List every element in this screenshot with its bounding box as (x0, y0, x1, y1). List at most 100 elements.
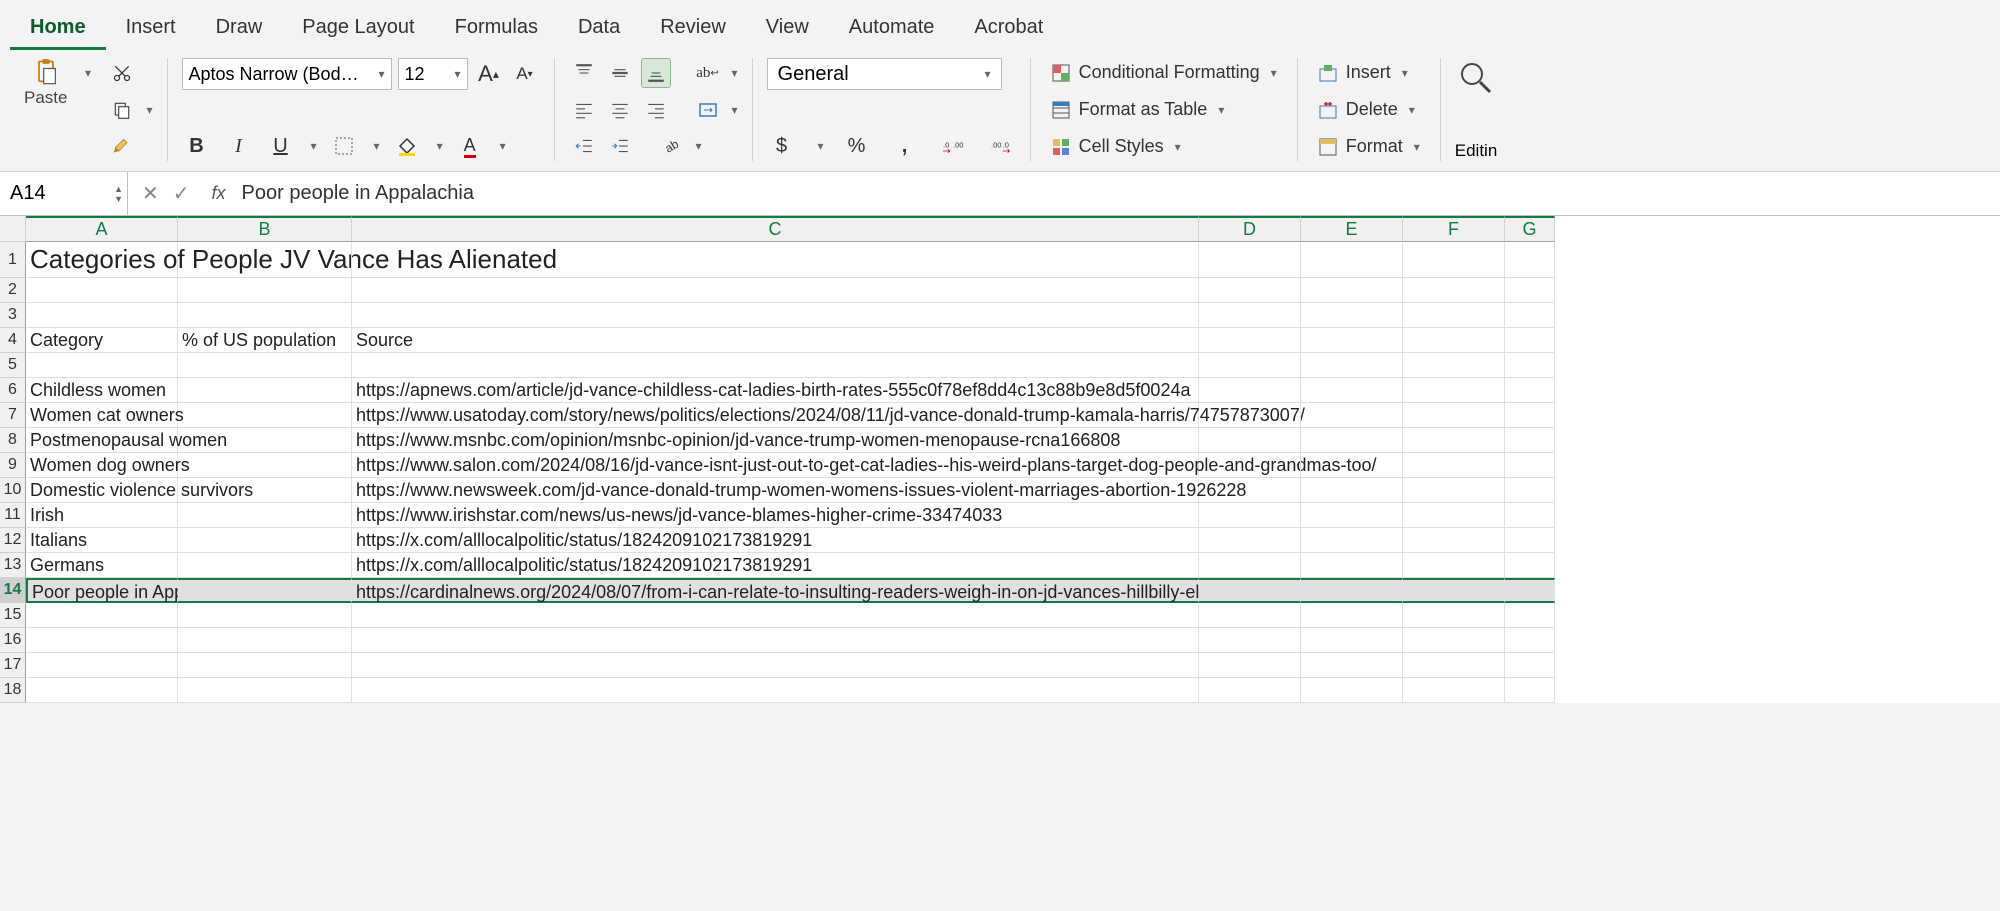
conditional-formatting-button[interactable]: Conditional Formatting▾ (1045, 58, 1283, 87)
cell-B2[interactable] (178, 278, 352, 303)
cell-C13[interactable]: https://x.com/alllocalpolitic/status/182… (352, 553, 1199, 578)
percent-button[interactable]: % (842, 131, 872, 161)
cell-C14[interactable]: https://cardinalnews.org/2024/08/07/from… (352, 578, 1199, 603)
cell-F7[interactable] (1403, 403, 1505, 428)
cell-A1[interactable]: Categories of People JV Vance Has Aliena… (26, 242, 178, 278)
align-center-button[interactable] (605, 95, 635, 125)
cell-A5[interactable] (26, 353, 178, 378)
cell-A9[interactable]: Women dog owners (26, 453, 178, 478)
cell-A11[interactable]: Irish (26, 503, 178, 528)
cell-B16[interactable] (178, 628, 352, 653)
cell-G5[interactable] (1505, 353, 1555, 378)
currency-dropdown[interactable]: ▾ (818, 139, 824, 153)
cell-E8[interactable] (1301, 428, 1403, 453)
cell-A8[interactable]: Postmenopausal women (26, 428, 178, 453)
cell-A2[interactable] (26, 278, 178, 303)
paste-dropdown[interactable]: ▾ (71, 58, 101, 88)
borders-dropdown[interactable]: ▾ (374, 139, 380, 153)
cell-A3[interactable] (26, 303, 178, 328)
cell-D2[interactable] (1199, 278, 1301, 303)
align-left-button[interactable] (569, 95, 599, 125)
cell-G10[interactable] (1505, 478, 1555, 503)
underline-dropdown[interactable]: ▾ (311, 139, 317, 153)
cell-B7[interactable] (178, 403, 352, 428)
cell-E7[interactable] (1301, 403, 1403, 428)
fill-color-button[interactable] (392, 131, 422, 161)
col-header-C[interactable]: C (352, 216, 1199, 242)
cell-E13[interactable] (1301, 553, 1403, 578)
row-header-17[interactable]: 17 (0, 653, 26, 678)
cell-C11[interactable]: https://www.irishstar.com/news/us-news/j… (352, 503, 1199, 528)
cell-G9[interactable] (1505, 453, 1555, 478)
row-header-10[interactable]: 10 (0, 478, 26, 503)
cell-B17[interactable] (178, 653, 352, 678)
name-box[interactable]: A14 ▲▼ (0, 172, 128, 215)
font-color-dropdown[interactable]: ▾ (500, 139, 506, 153)
cell-F18[interactable] (1403, 678, 1505, 703)
cell-C2[interactable] (352, 278, 1199, 303)
cell-E5[interactable] (1301, 353, 1403, 378)
ribbon-tab-page-layout[interactable]: Page Layout (282, 8, 434, 50)
italic-button[interactable]: I (224, 131, 254, 161)
cell-B10[interactable] (178, 478, 352, 503)
cell-B12[interactable] (178, 528, 352, 553)
cell-D15[interactable] (1199, 603, 1301, 628)
cell-D12[interactable] (1199, 528, 1301, 553)
cell-B6[interactable] (178, 378, 352, 403)
cell-B14[interactable] (178, 578, 352, 603)
row-header-5[interactable]: 5 (0, 353, 26, 378)
cell-C12[interactable]: https://x.com/alllocalpolitic/status/182… (352, 528, 1199, 553)
ribbon-tab-insert[interactable]: Insert (106, 8, 196, 50)
cell-D11[interactable] (1199, 503, 1301, 528)
font-name-select[interactable]: Aptos Narrow (Bod…▾ (182, 58, 392, 90)
cell-E2[interactable] (1301, 278, 1403, 303)
cell-B5[interactable] (178, 353, 352, 378)
cell-D16[interactable] (1199, 628, 1301, 653)
cut-button[interactable] (107, 58, 137, 88)
fill-color-dropdown[interactable]: ▾ (437, 139, 443, 153)
cell-C17[interactable] (352, 653, 1199, 678)
col-header-B[interactable]: B (178, 216, 352, 242)
cell-A12[interactable]: Italians (26, 528, 178, 553)
format-as-table-button[interactable]: Format as Table▾ (1045, 95, 1283, 124)
cell-G1[interactable] (1505, 242, 1555, 278)
cell-F11[interactable] (1403, 503, 1505, 528)
accept-formula-button[interactable]: ✓ (173, 181, 190, 206)
decrease-decimal-button[interactable]: .00.0 (986, 131, 1016, 161)
cell-A14[interactable]: Poor people in Appalachia (26, 578, 178, 603)
ribbon-tab-view[interactable]: View (746, 8, 829, 50)
underline-button[interactable]: U (266, 131, 296, 161)
row-header-7[interactable]: 7 (0, 403, 26, 428)
row-header-15[interactable]: 15 (0, 603, 26, 628)
cell-E17[interactable] (1301, 653, 1403, 678)
cell-B13[interactable] (178, 553, 352, 578)
cell-C5[interactable] (352, 353, 1199, 378)
increase-indent-button[interactable] (605, 131, 635, 161)
cell-C4[interactable]: Source (352, 328, 1199, 353)
cell-F13[interactable] (1403, 553, 1505, 578)
row-header-3[interactable]: 3 (0, 303, 26, 328)
align-right-button[interactable] (641, 95, 671, 125)
ribbon-tab-draw[interactable]: Draw (196, 8, 283, 50)
cell-D10[interactable] (1199, 478, 1301, 503)
copy-dropdown[interactable]: ▾ (146, 103, 152, 117)
merge-button[interactable] (693, 95, 723, 125)
cell-E18[interactable] (1301, 678, 1403, 703)
cell-F8[interactable] (1403, 428, 1505, 453)
cell-E14[interactable] (1301, 578, 1403, 603)
row-header-9[interactable]: 9 (0, 453, 26, 478)
cell-C1[interactable] (352, 242, 1199, 278)
row-header-8[interactable]: 8 (0, 428, 26, 453)
col-header-F[interactable]: F (1403, 216, 1505, 242)
cell-A17[interactable] (26, 653, 178, 678)
cell-B4[interactable]: % of US population (178, 328, 352, 353)
cell-A16[interactable] (26, 628, 178, 653)
formula-input[interactable]: Poor people in Appalachia (234, 182, 2000, 205)
font-size-select[interactable]: 12▾ (398, 58, 468, 90)
cell-D14[interactable] (1199, 578, 1301, 603)
cell-D8[interactable] (1199, 428, 1301, 453)
spreadsheet-grid[interactable]: A B C D E F G 1Categories of People JV V… (0, 216, 2000, 703)
col-header-D[interactable]: D (1199, 216, 1301, 242)
cell-G12[interactable] (1505, 528, 1555, 553)
cell-F16[interactable] (1403, 628, 1505, 653)
